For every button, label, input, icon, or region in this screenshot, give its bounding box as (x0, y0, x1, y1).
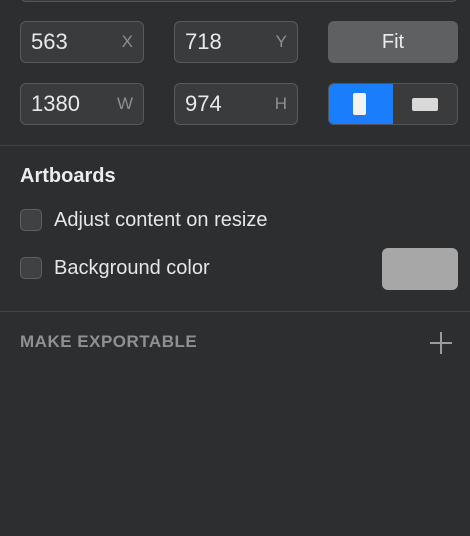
height-field[interactable]: 974 H (174, 83, 298, 125)
landscape-orientation-button[interactable] (393, 84, 457, 124)
adjust-content-label[interactable]: Adjust content on resize (54, 207, 267, 233)
width-value: 1380 (31, 91, 80, 116)
width-field[interactable]: 1380 W (20, 83, 144, 125)
artboards-section-title: Artboards (20, 165, 116, 187)
height-unit-label: H (274, 94, 287, 113)
portrait-orientation-button[interactable] (329, 84, 393, 124)
make-exportable-title: MAKE EXPORTABLE (20, 332, 198, 351)
adjust-content-checkbox[interactable] (20, 209, 42, 231)
top-field-partial[interactable] (20, 0, 458, 2)
inspector-panel: 563 X 718 Y Fit 1380 W 974 H Artboards A… (0, 0, 470, 536)
background-color-checkbox[interactable] (20, 257, 42, 279)
orientation-toggle (328, 83, 458, 125)
portrait-icon (353, 93, 366, 115)
x-position-field[interactable]: 563 X (20, 21, 144, 63)
background-color-label[interactable]: Background color (54, 255, 210, 281)
divider (0, 311, 470, 312)
divider (0, 145, 470, 146)
landscape-icon (412, 98, 438, 111)
x-value: 563 (31, 29, 68, 54)
y-unit-label: Y (275, 32, 287, 51)
y-value: 718 (185, 29, 222, 54)
width-unit-label: W (116, 94, 133, 113)
y-position-field[interactable]: 718 Y (174, 21, 298, 63)
fit-button[interactable]: Fit (328, 21, 458, 63)
x-unit-label: X (121, 32, 133, 51)
background-color-swatch[interactable] (382, 248, 458, 290)
height-value: 974 (185, 91, 222, 116)
plus-icon[interactable] (430, 332, 452, 354)
